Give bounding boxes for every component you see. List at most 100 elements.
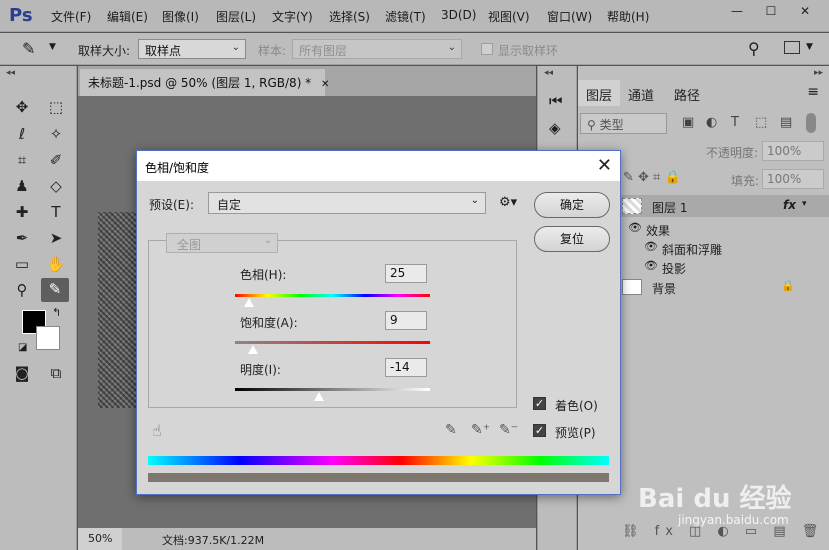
history-icon[interactable]: ⏮ (549, 92, 563, 110)
hand-tool-icon[interactable]: ✋ (44, 253, 68, 275)
filter-type-icon[interactable]: T (731, 115, 739, 130)
sample-select[interactable]: 所有图层 ⌄ (292, 39, 462, 59)
baidu-watermark-logo: Bai du 经验 (638, 478, 792, 515)
hue-label: 色相(H): (240, 268, 287, 282)
magic-wand-icon[interactable]: ✧ (44, 123, 68, 145)
chevron-down-icon[interactable]: ▼ (806, 42, 813, 52)
workspace-icon[interactable] (784, 41, 800, 54)
hue-slider-track[interactable] (235, 294, 430, 297)
lightness-slider-thumb[interactable] (312, 391, 325, 402)
maximize-button[interactable]: ☐ (754, 0, 788, 22)
lightness-input[interactable]: -14 (385, 358, 427, 377)
screen-mode-icon[interactable]: ⧉ (44, 362, 68, 384)
filter-toggle[interactable] (806, 113, 816, 133)
collapse-icon[interactable]: ▸▸ (814, 68, 823, 78)
menu-view[interactable]: 视图(V) (488, 8, 530, 25)
crop-tool-icon[interactable]: ⌗ (10, 149, 34, 171)
targeted-adjust-hand-icon[interactable]: ☝ (152, 421, 162, 440)
close-window-button[interactable]: ✕ (788, 0, 822, 22)
default-colors-icon[interactable]: ◪ (18, 342, 27, 353)
filter-shape-icon[interactable]: ⬚ (755, 115, 767, 130)
eyedropper-icon[interactable]: ✎ (445, 422, 457, 438)
eraser-tool-icon[interactable]: ◇ (44, 175, 68, 197)
stamp-tool-icon[interactable]: ♟ (10, 175, 34, 197)
menu-edit[interactable]: 编辑(E) (107, 8, 148, 25)
panel-menu-icon[interactable]: ≡ (807, 84, 819, 100)
menu-type[interactable]: 文字(Y) (272, 8, 313, 25)
zoom-level[interactable]: 50% (78, 528, 122, 550)
show-ring-checkbox[interactable] (481, 43, 493, 55)
brush-tool-icon[interactable]: ✐ (44, 149, 68, 171)
collapse-icon[interactable]: ◂◂ (6, 68, 15, 78)
3d-icon[interactable]: ◈ (549, 119, 561, 137)
eye-icon[interactable]: 👁 (644, 240, 658, 253)
color-bar-input (148, 456, 609, 465)
close-icon[interactable]: ✕ (597, 155, 612, 176)
layer-thumbnail (622, 198, 642, 214)
search-icon[interactable]: ⚲ (748, 39, 760, 58)
effect-shadow-label: 投影 (662, 262, 687, 276)
eye-icon[interactable]: 👁 (644, 259, 658, 272)
eyedropper-tool-icon[interactable]: ✎ (41, 278, 69, 302)
saturation-slider-thumb[interactable] (246, 344, 259, 355)
saturation-slider-track[interactable] (235, 341, 430, 344)
fx-icon[interactable]: fx (783, 198, 796, 212)
eyedropper-plus-icon[interactable]: ✎⁺ (471, 422, 490, 438)
menu-image[interactable]: 图像(I) (162, 8, 199, 25)
eye-icon[interactable]: 👁 (628, 221, 642, 234)
tab-layers[interactable]: 图层 (578, 80, 621, 106)
preset-select[interactable]: 自定 ⌄ (208, 192, 486, 214)
filter-smart-icon[interactable]: ▤ (780, 115, 792, 130)
pen-tool-icon[interactable]: ✒ (10, 227, 34, 249)
preset-options-icon[interactable]: ⚙▾ (499, 195, 517, 210)
search-icon: ⚲ (587, 118, 596, 132)
path-select-icon[interactable]: ➤ (44, 227, 68, 249)
background-color-swatch[interactable] (36, 326, 60, 350)
ok-button[interactable]: 确定 (534, 192, 610, 218)
fill-input[interactable]: 100% (762, 169, 824, 189)
saturation-label: 饱和度(A): (240, 316, 298, 330)
eyedropper-tool-preset-icon[interactable]: ✎ (22, 39, 35, 58)
channel-select[interactable]: 全图 ⌄ (166, 233, 278, 253)
layer-filter-select[interactable]: ⚲ 类型 (580, 113, 667, 134)
effect-bevel-label: 斜面和浮雕 (662, 243, 723, 257)
healing-tool-icon[interactable]: ✚ (10, 201, 34, 223)
minimize-button[interactable]: — (720, 0, 754, 22)
menu-file[interactable]: 文件(F) (51, 8, 91, 25)
menu-filter[interactable]: 滤镜(T) (385, 8, 426, 25)
document-tab[interactable]: 未标题-1.psd @ 50% (图层 1, RGB/8) * ✕ (80, 69, 329, 96)
chevron-down-icon[interactable]: ▼ (49, 42, 56, 52)
zoom-tool-icon[interactable]: ⚲ (10, 279, 34, 301)
lasso-tool-icon[interactable]: ℓ (10, 123, 34, 145)
menu-window[interactable]: 窗口(W) (547, 8, 592, 25)
menu-select[interactable]: 选择(S) (329, 8, 370, 25)
type-tool-icon[interactable]: T (44, 201, 68, 223)
quick-mask-icon[interactable]: ◙ (10, 362, 34, 384)
menu-layer[interactable]: 图层(L) (216, 8, 256, 25)
move-tool-icon[interactable]: ✥ (10, 96, 34, 118)
sample-size-select[interactable]: 取样点 ⌄ (138, 39, 246, 59)
menu-3d[interactable]: 3D(D) (441, 8, 476, 22)
collapse-icon[interactable]: ◂◂ (544, 68, 553, 78)
saturation-input[interactable]: 9 (385, 311, 427, 330)
filter-pixel-icon[interactable]: ▣ (682, 115, 694, 130)
lock-icons[interactable]: ✎ ✥ ⌗ 🔒 (623, 170, 681, 185)
eyedropper-minus-icon[interactable]: ✎⁻ (499, 422, 518, 438)
opacity-input[interactable]: 100% (762, 141, 824, 161)
lightness-slider-track[interactable] (235, 388, 430, 391)
menu-help[interactable]: 帮助(H) (607, 8, 649, 25)
dialog-titlebar[interactable]: 色相/饱和度 ✕ (137, 151, 620, 181)
reset-button[interactable]: 复位 (534, 226, 610, 252)
tab-channels[interactable]: 通道 (620, 80, 662, 106)
hue-slider-thumb[interactable] (242, 297, 255, 308)
colorize-checkbox[interactable]: ✓ (533, 397, 546, 410)
shape-tool-icon[interactable]: ▭ (10, 253, 34, 275)
marquee-tool-icon[interactable]: ⬚ (44, 96, 68, 118)
filter-adjust-icon[interactable]: ◐ (706, 115, 717, 130)
preview-checkbox[interactable]: ✓ (533, 424, 546, 437)
chevron-down-icon[interactable]: ▾ (802, 199, 807, 209)
swap-colors-icon[interactable]: ↰ (52, 306, 61, 319)
hue-input[interactable]: 25 (385, 264, 427, 283)
close-tab-icon[interactable]: ✕ (321, 79, 329, 90)
tab-paths[interactable]: 路径 (666, 80, 708, 106)
